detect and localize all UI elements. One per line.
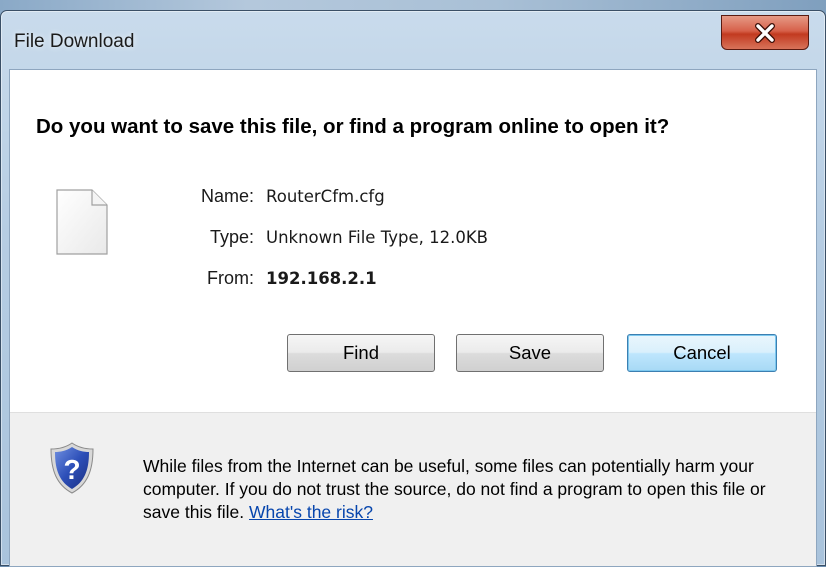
warning-message: While files from the Internet can be use… [143,456,766,522]
from-label: From: [207,268,254,288]
close-icon [755,22,775,43]
find-button[interactable]: Find [287,334,435,372]
question-heading: Do you want to save this file, or find a… [36,115,670,138]
file-download-dialog: File Download Do you want to save this f… [0,10,826,567]
download-info-panel: Do you want to save this file, or find a… [10,70,816,412]
source-host-value: 192.168.2.1 [266,269,377,288]
save-button[interactable]: Save [456,334,604,372]
dialog-title: File Download [14,31,135,52]
close-button[interactable] [721,15,809,50]
type-label: Type: [209,227,254,247]
title-bar[interactable]: File Download [1,11,825,69]
whats-the-risk-link[interactable]: What's the risk? [249,502,373,522]
shield-question-icon: ? [50,442,94,494]
name-label: Name: [200,186,254,206]
file-type-value: Unknown File Type, 12.0KB [266,228,488,247]
file-name-value: RouterCfm.cfg [266,187,385,206]
svg-text:?: ? [63,454,80,485]
security-warning-text: While files from the Internet can be use… [143,455,793,524]
cancel-button[interactable]: Cancel [627,334,777,372]
